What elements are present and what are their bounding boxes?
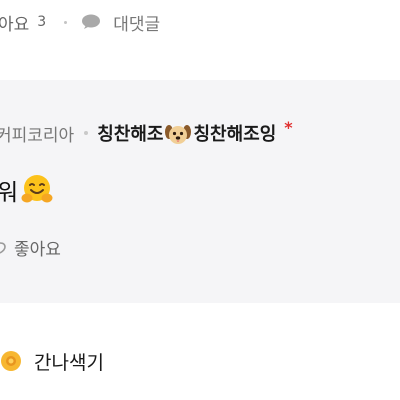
dog-face-icon — [164, 123, 192, 147]
reply-author-name[interactable]: 칭찬해조 칭찬해조잉 — [97, 120, 276, 147]
next-comment-header: 간나색기 — [0, 343, 104, 379]
hugging-face-icon — [20, 173, 54, 207]
required-mark: * — [284, 117, 293, 137]
cafe-name[interactable]: 커피코리아 — [0, 121, 74, 146]
like-count: 3 — [37, 14, 47, 30]
next-comment-author[interactable]: 간나색기 — [34, 348, 104, 375]
separator-dot — [64, 20, 68, 24]
like-button-label[interactable]: 아요 — [0, 10, 29, 35]
author-name-part1: 칭찬해조 — [97, 123, 164, 145]
reply-meta: 커피코리아 칭찬해조 칭찬해조잉 * — [0, 118, 293, 148]
reply-text: 워 — [0, 180, 19, 206]
reply-like-button[interactable]: 좋아요 — [14, 235, 61, 260]
reply-comment — [0, 80, 400, 303]
separator-dot — [84, 131, 89, 135]
reply-button[interactable]: 대댓글 — [113, 10, 160, 35]
sunflower-badge-icon — [0, 350, 22, 372]
comment-action-bar: 아요 3 대댓글 — [0, 0, 400, 44]
heart-icon — [0, 240, 6, 254]
author-name-part2: 칭찬해조잉 — [193, 123, 277, 145]
reply-body: 워 — [0, 170, 54, 210]
speech-bubble-icon[interactable] — [81, 14, 101, 30]
reply-like-row[interactable]: 좋아요 — [0, 232, 61, 262]
